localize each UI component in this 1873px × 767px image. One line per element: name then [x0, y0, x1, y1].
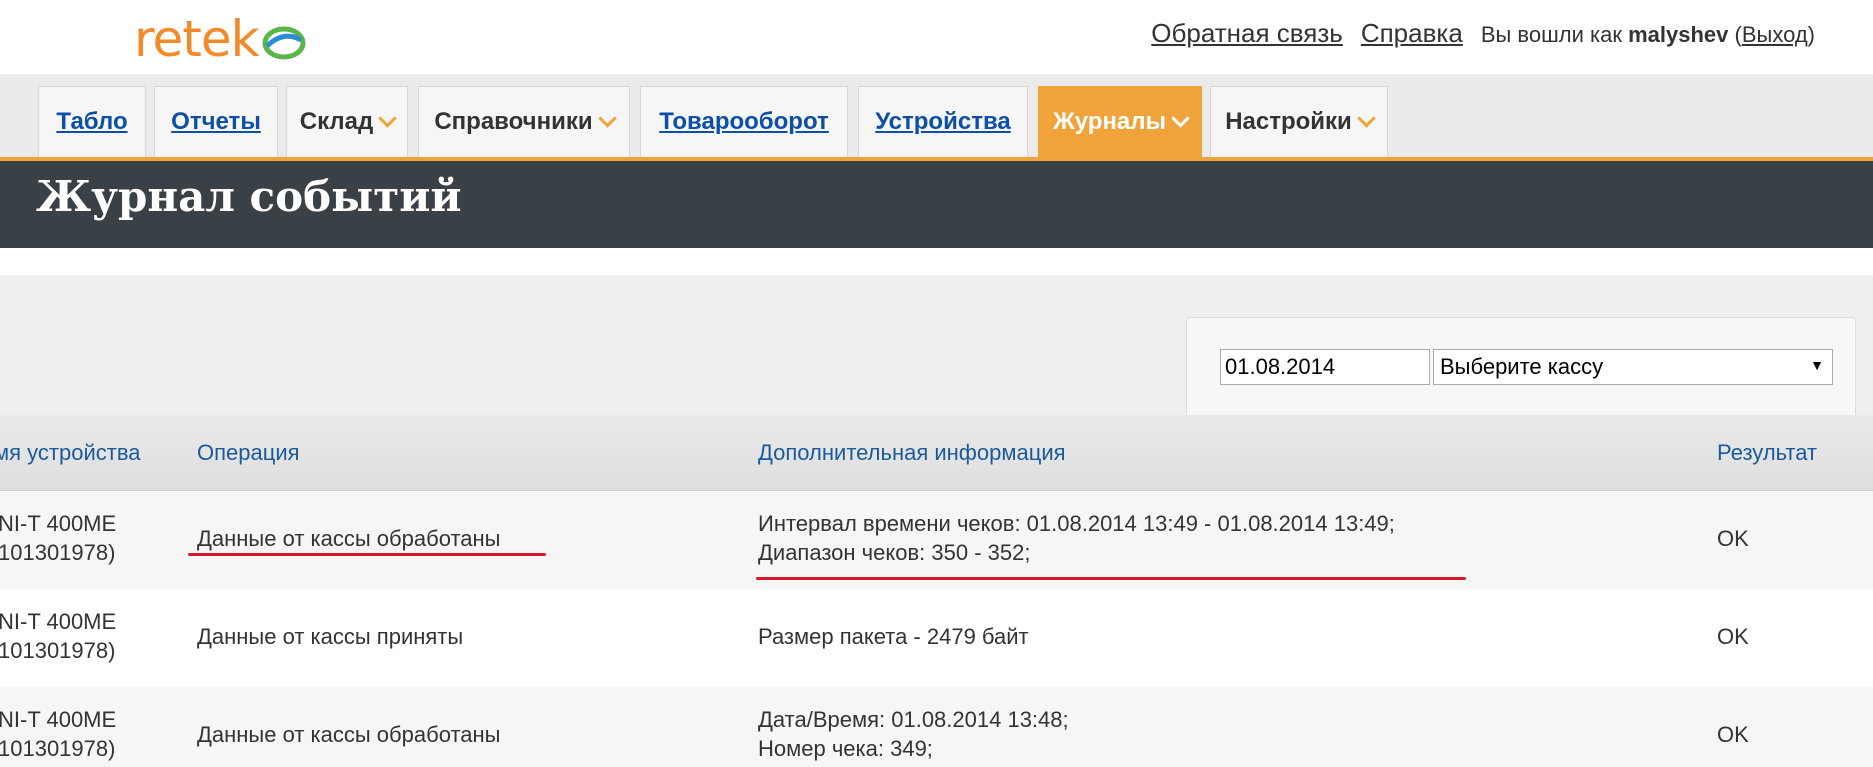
tab-label: Настройки [1225, 108, 1352, 135]
info-cell: Дата/Время: 01.08.2014 13:48; Номер чека… [758, 705, 1069, 763]
tab-warehouse[interactable]: Склад [286, 86, 408, 157]
column-header-result[interactable]: Результат [1717, 440, 1817, 466]
table-row[interactable]: NI-T 400ME 101301978) Данные от кассы об… [0, 491, 1873, 589]
tab-label: Справочники [434, 108, 593, 135]
logout-link[interactable]: Выход [1742, 22, 1808, 47]
tab-devices[interactable]: Устройства [858, 86, 1028, 157]
device-serial-line: 101301978) [0, 736, 116, 761]
tab-tablo[interactable]: Табло [38, 86, 146, 157]
page-title: Журнал событий [36, 172, 462, 221]
feedback-link[interactable]: Обратная связь [1151, 18, 1343, 48]
user-info: Вы вошли как malyshev (Выход) [1480, 22, 1815, 47]
register-select-value: Выберите кассу [1440, 354, 1604, 379]
info-line: Диапазон чеков: 350 - 352; [758, 540, 1031, 565]
tab-directories[interactable]: Справочники [418, 86, 630, 157]
tab-label: Товарооборот [659, 108, 829, 135]
device-name-line: NI-T 400ME [0, 609, 117, 634]
tab-label: Табло [56, 108, 128, 135]
info-line: Дата/Время: 01.08.2014 13:48; [758, 707, 1069, 732]
device-cell: NI-T 400ME 101301978) [0, 509, 116, 567]
dropdown-arrow-icon: ▼ [1810, 357, 1824, 373]
chevron-down-icon [378, 108, 397, 128]
operation-cell: Данные от кассы приняты [197, 624, 464, 649]
table-row[interactable]: NI-T 400ME 101301978) Данные от кассы пр… [0, 589, 1873, 687]
date-input[interactable] [1220, 349, 1430, 385]
chevron-down-icon [1171, 108, 1190, 128]
retek-logo[interactable]: retek [134, 10, 307, 72]
device-serial-line: 101301978) [0, 638, 116, 663]
operation-cell: Данные от кассы обработаны [197, 526, 501, 551]
result-cell: OK [1717, 526, 1749, 551]
column-header-operation[interactable]: Операция [197, 440, 300, 466]
result-cell: OK [1717, 722, 1749, 747]
device-cell: NI-T 400ME 101301978) [0, 607, 116, 665]
top-links: Обратная связь Справка Вы вошли как malysh… [1151, 18, 1815, 49]
red-underline-annotation [756, 577, 1466, 580]
tab-label: Журналы [1053, 108, 1166, 135]
operation-cell: Данные от кассы обработаны [197, 722, 501, 747]
tab-label: Отчеты [171, 108, 261, 135]
tab-label: Склад [299, 108, 374, 135]
tab-turnover[interactable]: Товарооборот [640, 86, 848, 157]
tab-settings[interactable]: Настройки [1210, 86, 1388, 157]
tab-reports[interactable]: Отчеты [154, 86, 278, 157]
chevron-down-icon [1357, 108, 1376, 128]
device-cell: NI-T 400ME 101301978) [0, 705, 116, 763]
username: malyshev [1628, 22, 1729, 47]
chevron-down-icon [597, 108, 617, 128]
register-select[interactable]: Выберите кассу ▼ [1433, 349, 1833, 385]
info-line: Размер пакета - 2479 байт [758, 624, 1029, 649]
info-cell: Размер пакета - 2479 байт [758, 622, 1029, 651]
column-header-device[interactable]: мя устройства [0, 440, 141, 466]
device-name-line: NI-T 400ME [0, 707, 117, 732]
device-serial-line: 101301978) [0, 540, 116, 565]
device-name-line: NI-T 400ME [0, 511, 117, 536]
result-cell: OK [1717, 624, 1749, 649]
tab-journals[interactable]: Журналы [1038, 86, 1202, 157]
info-cell: Интервал времени чеков: 01.08.2014 13:49… [758, 509, 1395, 567]
logo-text: retek [134, 10, 260, 68]
help-link[interactable]: Справка [1361, 18, 1463, 48]
info-line: Номер чека: 349; [758, 736, 933, 761]
table-row[interactable]: NI-T 400ME 101301978) Данные от кассы об… [0, 687, 1873, 767]
logo-swirl-icon [261, 14, 307, 72]
info-line: Интервал времени чеков: 01.08.2014 13:49… [758, 511, 1395, 536]
tab-label: Устройства [875, 108, 1011, 135]
column-header-info[interactable]: Дополнительная информация [758, 440, 1066, 466]
red-underline-annotation [188, 553, 546, 556]
logged-in-label: Вы вошли как [1480, 22, 1622, 47]
